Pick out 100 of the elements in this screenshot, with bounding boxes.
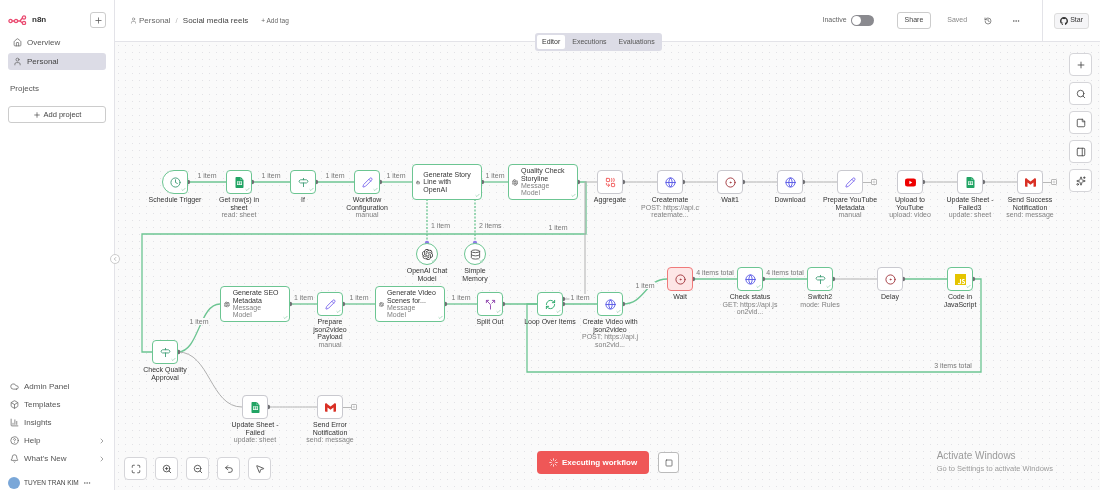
- workflow-node[interactable]: [416, 243, 438, 265]
- nav-item[interactable]: Overview: [8, 34, 106, 51]
- pencil-icon: [324, 298, 336, 310]
- plus-icon: [352, 405, 356, 409]
- add-node-button[interactable]: [871, 179, 877, 185]
- globe-icon: [604, 298, 616, 310]
- panel-button[interactable]: [1069, 140, 1092, 163]
- workflow-node[interactable]: [1017, 170, 1043, 194]
- workflow-node[interactable]: [597, 170, 623, 194]
- chevron-icon[interactable]: [98, 454, 106, 463]
- mail-icon: [1024, 176, 1036, 188]
- workflow-node[interactable]: [597, 292, 623, 316]
- check-icon: [171, 357, 176, 362]
- spreadsheet-icon: [233, 176, 245, 188]
- workflow-node[interactable]: [837, 170, 863, 194]
- check-icon: [616, 309, 621, 314]
- zoom-in-button[interactable]: [155, 457, 178, 480]
- workflow-node[interactable]: [657, 170, 683, 194]
- history-icon[interactable]: [984, 16, 993, 25]
- spreadsheet-icon: [964, 176, 976, 188]
- workflow-node[interactable]: [152, 340, 178, 364]
- check-icon: [475, 193, 480, 198]
- workflow-node[interactable]: [897, 170, 923, 194]
- workflow-node[interactable]: [947, 267, 973, 291]
- workflow-node[interactable]: [162, 170, 188, 194]
- mail-icon: [324, 401, 336, 413]
- video-icon: [904, 176, 916, 188]
- add-node-button[interactable]: [1051, 179, 1057, 185]
- os-activation-title: Activate Windows: [936, 448, 1017, 463]
- knot-icon: [421, 248, 433, 260]
- workflow-node[interactable]: [877, 267, 903, 291]
- pause-icon: [884, 273, 896, 285]
- new-button[interactable]: [90, 12, 106, 28]
- plus-icon: [1075, 59, 1086, 70]
- home-icon: [13, 38, 22, 47]
- nav-item[interactable]: Help: [8, 433, 43, 448]
- check-icon: [181, 187, 186, 192]
- signpost-icon: [297, 176, 309, 188]
- add-node-button[interactable]: [1069, 53, 1092, 76]
- nav-item[interactable]: Templates: [8, 397, 63, 412]
- breadcrumb-link[interactable]: Personal: [139, 14, 171, 27]
- workflow-node[interactable]: [354, 170, 380, 194]
- user-icon: [130, 17, 137, 24]
- nav-item[interactable]: Personal: [8, 53, 106, 70]
- spinner-icon: [549, 458, 558, 467]
- check-icon: [571, 193, 576, 198]
- zoom-out-button[interactable]: [186, 457, 209, 480]
- pencil-icon: [361, 176, 373, 188]
- check-icon: [283, 315, 288, 320]
- fullscreen-icon: [130, 463, 141, 474]
- undo-button[interactable]: [217, 457, 240, 480]
- chevron-icon[interactable]: [98, 436, 106, 445]
- workflow-node[interactable]: [667, 267, 693, 291]
- workflow-name[interactable]: Social media reels: [182, 14, 249, 27]
- plus-icon: [32, 110, 41, 119]
- workflow-node[interactable]: [737, 267, 763, 291]
- signpost-icon: [159, 346, 171, 358]
- workflow-node[interactable]: [957, 170, 983, 194]
- search-button[interactable]: [1069, 82, 1092, 105]
- chevron-icon: [112, 256, 118, 262]
- more-icon[interactable]: [82, 479, 91, 487]
- check-icon: [756, 284, 761, 289]
- ai-assistant-button[interactable]: [1069, 169, 1092, 192]
- sticky-note-button[interactable]: [1069, 111, 1092, 134]
- workflow-node[interactable]: [717, 170, 743, 194]
- database-icon: [469, 248, 481, 260]
- workflow-node[interactable]: [464, 243, 486, 265]
- check-icon: [438, 315, 443, 320]
- check-icon: [431, 258, 436, 263]
- workflow-node[interactable]: [777, 170, 803, 194]
- bar-chart-icon: [10, 418, 19, 427]
- workflow-node[interactable]: [242, 395, 268, 419]
- workflow-node[interactable]: [290, 170, 316, 194]
- zoom-in-icon: [161, 463, 172, 474]
- nav-item[interactable]: Insights: [8, 415, 54, 430]
- stop-button[interactable]: [658, 452, 680, 473]
- brand-name: n8n: [32, 14, 47, 26]
- workflow-node[interactable]: [317, 395, 343, 419]
- check-icon: [966, 284, 971, 289]
- cloud-icon: [10, 382, 19, 391]
- pause-icon: [724, 176, 736, 188]
- workflow-node[interactable]: [317, 292, 343, 316]
- add-node-button[interactable]: [351, 404, 357, 410]
- workflow-node[interactable]: [807, 267, 833, 291]
- fit-view-button[interactable]: [124, 457, 147, 480]
- undo-icon: [223, 463, 234, 474]
- workflow-node[interactable]: [226, 170, 252, 194]
- check-icon: [556, 309, 561, 314]
- stop-icon: [664, 458, 673, 467]
- nav-item[interactable]: What's New: [8, 451, 69, 466]
- plus-icon: [1052, 180, 1056, 184]
- robot-icon: [416, 177, 421, 187]
- workflow-node[interactable]: [537, 292, 563, 316]
- split-icon: [484, 298, 496, 310]
- pointer-button[interactable]: [248, 457, 271, 480]
- workflow-node[interactable]: [477, 292, 503, 316]
- check-icon: [826, 284, 831, 289]
- active-toggle[interactable]: [850, 15, 874, 26]
- nav-item[interactable]: Admin Panel: [8, 379, 72, 394]
- check-icon: [309, 187, 314, 192]
